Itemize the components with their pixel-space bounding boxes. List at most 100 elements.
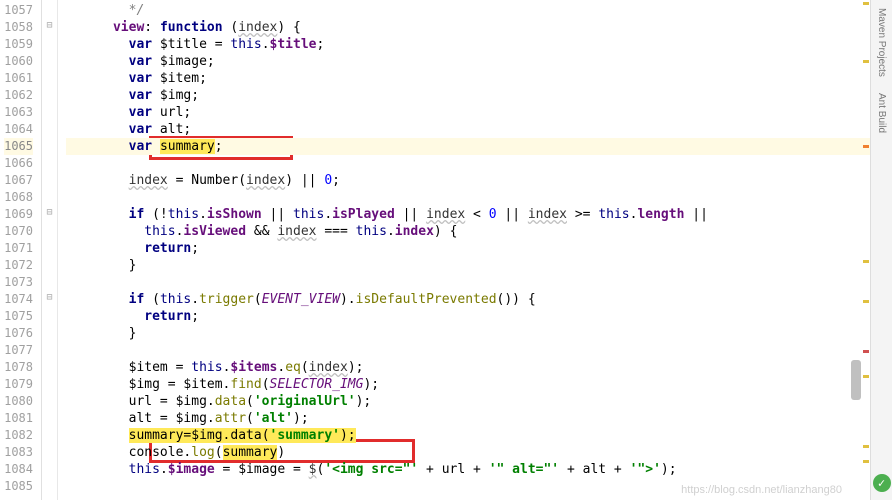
- marker-tick[interactable]: [863, 445, 869, 448]
- line-number: 1060: [4, 53, 33, 70]
- sidebar-tab-maven[interactable]: Maven Projects: [874, 2, 889, 83]
- fold-marker[interactable]: [42, 153, 57, 170]
- code-line[interactable]: var $img;: [66, 87, 892, 104]
- fold-marker[interactable]: [42, 51, 57, 68]
- fold-marker[interactable]: [42, 391, 57, 408]
- fab-icon[interactable]: ✓: [873, 474, 891, 492]
- fold-marker[interactable]: [42, 0, 57, 17]
- fold-marker[interactable]: [42, 425, 57, 442]
- marker-stripe[interactable]: [862, 0, 870, 500]
- code-line[interactable]: alt = $img.attr('alt');: [66, 410, 892, 427]
- code-line[interactable]: var $image;: [66, 53, 892, 70]
- code-line[interactable]: this.isViewed && index === this.index) {: [66, 223, 892, 240]
- line-number-gutter: 1057105810591060106110621063106410651066…: [0, 0, 42, 500]
- fold-marker[interactable]: [42, 187, 57, 204]
- line-number: 1066: [4, 155, 33, 172]
- code-line[interactable]: summary=$img.data('summary');: [66, 427, 892, 444]
- code-line[interactable]: url = $img.data('originalUrl');: [66, 393, 892, 410]
- code-line[interactable]: var $item;: [66, 70, 892, 87]
- fold-column[interactable]: ⊟ ⊟ ⊟: [42, 0, 58, 500]
- line-number: 1058: [4, 19, 33, 36]
- fold-marker[interactable]: [42, 357, 57, 374]
- code-line[interactable]: index = Number(index) || 0;: [66, 172, 892, 189]
- code-line[interactable]: var alt;: [66, 121, 892, 138]
- code-line[interactable]: }: [66, 257, 892, 274]
- fold-marker[interactable]: [42, 442, 57, 459]
- code-line[interactable]: [66, 342, 892, 359]
- line-number: 1084: [4, 461, 33, 478]
- code-area[interactable]: */ view: function (index) { var $title =…: [58, 0, 892, 500]
- fold-marker[interactable]: [42, 408, 57, 425]
- fold-marker[interactable]: [42, 34, 57, 51]
- code-line[interactable]: [66, 155, 892, 172]
- code-line[interactable]: var summary;: [66, 138, 892, 155]
- code-line[interactable]: return;: [66, 308, 892, 325]
- marker-tick[interactable]: [863, 2, 869, 5]
- fold-marker[interactable]: [42, 459, 57, 476]
- line-number: 1070: [4, 223, 33, 240]
- code-line[interactable]: $img = $item.find(SELECTOR_IMG);: [66, 376, 892, 393]
- line-number: 1061: [4, 70, 33, 87]
- fold-marker[interactable]: ⊟: [42, 204, 57, 221]
- line-number: 1072: [4, 257, 33, 274]
- fold-marker[interactable]: [42, 85, 57, 102]
- fold-marker[interactable]: [42, 374, 57, 391]
- code-line[interactable]: this.$image = $image = $('<img src="' + …: [66, 461, 892, 478]
- fold-marker[interactable]: [42, 340, 57, 357]
- line-number: 1085: [4, 478, 33, 495]
- line-number: 1067: [4, 172, 33, 189]
- fold-marker[interactable]: [42, 306, 57, 323]
- line-number: 1071: [4, 240, 33, 257]
- fold-marker[interactable]: [42, 68, 57, 85]
- fold-marker[interactable]: [42, 238, 57, 255]
- line-number: 1065: [4, 138, 33, 155]
- code-line[interactable]: view: function (index) {: [66, 19, 892, 36]
- code-line[interactable]: [66, 274, 892, 291]
- code-line[interactable]: $item = this.$items.eq(index);: [66, 359, 892, 376]
- marker-tick[interactable]: [863, 460, 869, 463]
- marker-tick[interactable]: [863, 60, 869, 63]
- line-number: 1063: [4, 104, 33, 121]
- scrollbar-thumb[interactable]: [851, 360, 861, 400]
- fold-marker[interactable]: [42, 323, 57, 340]
- watermark-text: https://blog.csdn.net/lianzhang80: [681, 484, 842, 496]
- line-number: 1062: [4, 87, 33, 104]
- marker-tick[interactable]: [863, 300, 869, 303]
- line-number: 1059: [4, 36, 33, 53]
- code-line[interactable]: if (!this.isShown || this.isPlayed || in…: [66, 206, 892, 223]
- line-number: 1083: [4, 444, 33, 461]
- code-editor[interactable]: 1057105810591060106110621063106410651066…: [0, 0, 892, 500]
- fold-marker[interactable]: [42, 136, 57, 153]
- marker-tick[interactable]: [863, 145, 869, 148]
- marker-tick[interactable]: [863, 350, 869, 353]
- line-number: 1082: [4, 427, 33, 444]
- fold-marker[interactable]: ⊟: [42, 17, 57, 34]
- code-line[interactable]: [66, 189, 892, 206]
- line-number: 1057: [4, 2, 33, 19]
- fold-marker[interactable]: [42, 221, 57, 238]
- code-line[interactable]: console.log(summary): [66, 444, 892, 461]
- line-number: 1080: [4, 393, 33, 410]
- line-number: 1075: [4, 308, 33, 325]
- sidebar-tab-ant[interactable]: Ant Build: [874, 87, 889, 139]
- line-number: 1077: [4, 342, 33, 359]
- code-line[interactable]: return;: [66, 240, 892, 257]
- fold-marker[interactable]: [42, 102, 57, 119]
- fold-marker[interactable]: ⊟: [42, 289, 57, 306]
- marker-tick[interactable]: [863, 375, 869, 378]
- line-number: 1074: [4, 291, 33, 308]
- vertical-scrollbar[interactable]: [850, 0, 862, 500]
- fold-marker[interactable]: [42, 119, 57, 136]
- code-line[interactable]: */: [66, 2, 892, 19]
- line-number: 1078: [4, 359, 33, 376]
- code-line[interactable]: }: [66, 325, 892, 342]
- code-line[interactable]: if (this.trigger(EVENT_VIEW).isDefaultPr…: [66, 291, 892, 308]
- fold-marker[interactable]: [42, 255, 57, 272]
- code-line[interactable]: var $title = this.$title;: [66, 36, 892, 53]
- fold-marker[interactable]: [42, 476, 57, 493]
- fold-marker[interactable]: [42, 170, 57, 187]
- code-line[interactable]: var url;: [66, 104, 892, 121]
- marker-tick[interactable]: [863, 260, 869, 263]
- fold-marker[interactable]: [42, 272, 57, 289]
- line-number: 1076: [4, 325, 33, 342]
